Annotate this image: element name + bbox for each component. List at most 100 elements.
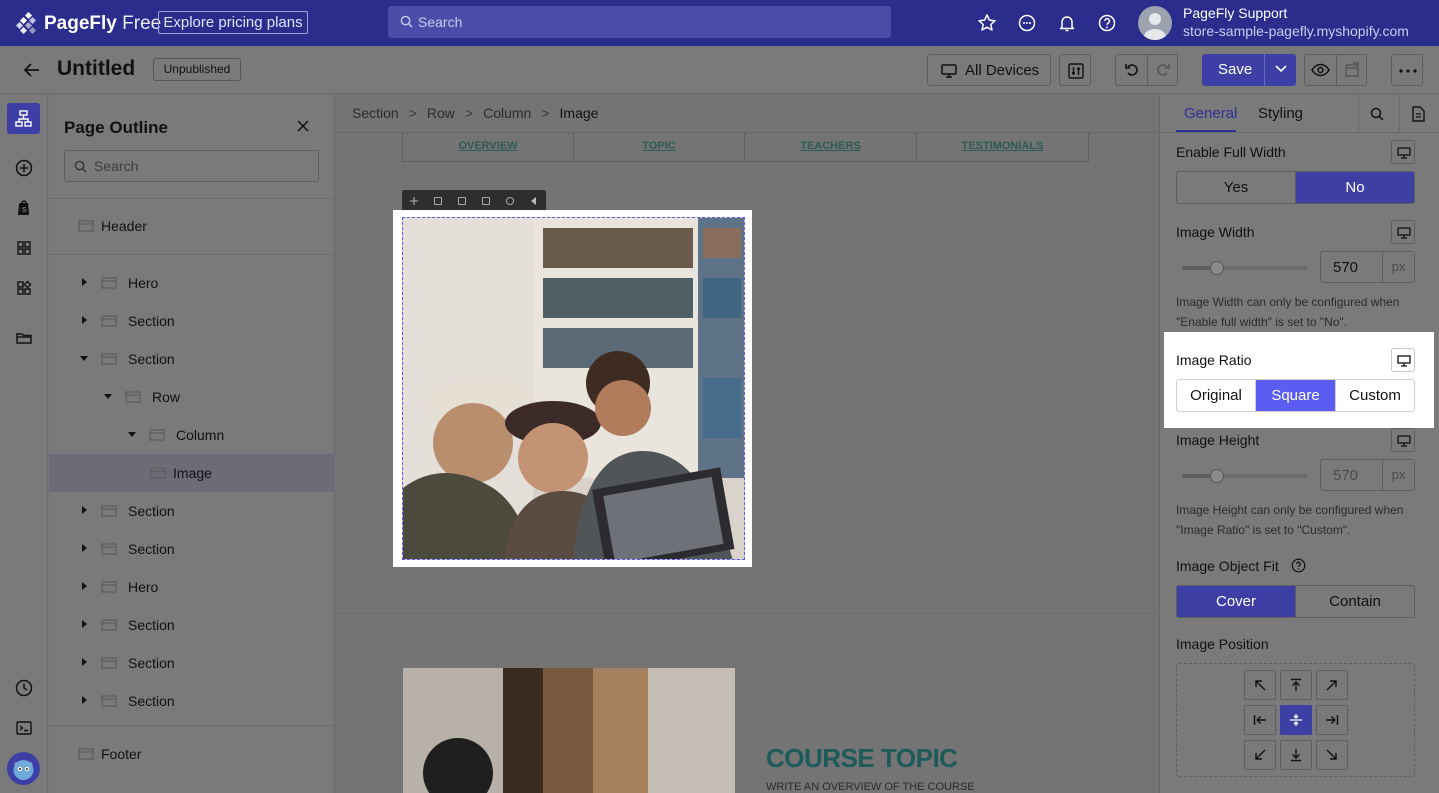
sliders-button[interactable] [1059, 54, 1091, 86]
course-image[interactable] [403, 668, 735, 793]
document-icon[interactable] [1412, 106, 1425, 122]
position-middle-left[interactable] [1244, 705, 1276, 735]
history-icon[interactable] [14, 678, 34, 698]
outline-item-section[interactable]: Section [49, 606, 335, 644]
full-width-device-button[interactable] [1391, 140, 1415, 164]
help-icon[interactable] [1097, 13, 1117, 33]
close-icon[interactable] [297, 120, 309, 132]
caret-down-icon[interactable] [128, 430, 136, 438]
search-icon[interactable] [1370, 107, 1384, 121]
position-top-right[interactable] [1316, 670, 1348, 700]
nav-link-teachers[interactable]: TEACHERS [745, 133, 917, 162]
duplicate-icon[interactable] [434, 197, 442, 205]
position-top-center[interactable] [1280, 670, 1312, 700]
ratio-original[interactable]: Original [1177, 380, 1256, 411]
object-fit-cover[interactable]: Cover [1177, 586, 1296, 617]
caret-down-icon[interactable] [104, 392, 112, 400]
add-element-icon[interactable] [14, 158, 34, 178]
full-width-no[interactable]: No [1296, 172, 1414, 203]
caret-right-icon[interactable] [80, 620, 88, 628]
caret-right-icon[interactable] [80, 582, 88, 590]
page-outline-tool[interactable] [7, 103, 40, 134]
slider-handle[interactable] [1210, 261, 1224, 275]
preview-button[interactable] [1305, 55, 1336, 85]
terminal-icon[interactable] [14, 718, 34, 738]
user-name[interactable]: PageFly Support [1183, 5, 1287, 21]
nav-link-testimonials[interactable]: TESTIMONIALS [917, 133, 1089, 162]
outline-item-section[interactable]: Section [49, 492, 335, 530]
outline-item-section[interactable]: Section [49, 644, 335, 682]
style-icon[interactable] [506, 197, 514, 205]
image-width-input[interactable]: 570 px [1320, 251, 1415, 283]
caret-down-icon[interactable] [80, 354, 88, 362]
outline-item-section[interactable]: Section [49, 340, 335, 378]
outline-search-input[interactable]: Search [64, 150, 319, 182]
chat-icon[interactable] [1017, 13, 1037, 33]
user-avatar[interactable] [1138, 6, 1172, 40]
chevron-down-icon[interactable] [1275, 65, 1287, 73]
brand-logo[interactable]: PageFly Free [44, 12, 161, 36]
outline-item-hero[interactable]: Hero [49, 568, 335, 606]
publish-button[interactable] [1337, 55, 1367, 85]
folder-icon[interactable] [14, 328, 34, 348]
caret-right-icon[interactable] [80, 506, 88, 514]
outline-item-hero[interactable]: Hero [49, 264, 335, 302]
all-devices-button[interactable]: All Devices [927, 54, 1051, 86]
shopify-icon[interactable]: S [14, 198, 34, 218]
grid-icon[interactable] [14, 238, 34, 258]
breadcrumb-section[interactable]: Section [352, 105, 399, 121]
save-button[interactable]: Save [1202, 54, 1296, 86]
outline-item-image[interactable]: Image [49, 454, 335, 492]
breadcrumb-column[interactable]: Column [483, 105, 531, 121]
object-fit-contain[interactable]: Contain [1296, 586, 1414, 617]
caret-right-icon[interactable] [80, 316, 88, 324]
star-icon[interactable] [977, 13, 997, 33]
image-height-device-button[interactable] [1391, 428, 1415, 452]
undo-button[interactable] [1116, 55, 1147, 85]
apps-icon[interactable] [14, 278, 34, 298]
image-width-slider[interactable] [1182, 261, 1307, 275]
collapse-icon[interactable] [530, 197, 538, 205]
move-icon[interactable] [410, 197, 418, 205]
breadcrumb-image[interactable]: Image [560, 105, 599, 121]
more-options-button[interactable] [1391, 54, 1423, 86]
back-arrow-icon[interactable] [22, 60, 42, 80]
tab-styling[interactable]: Styling [1258, 105, 1303, 122]
position-bottom-center[interactable] [1280, 740, 1312, 770]
outline-item-row[interactable]: Row [49, 378, 335, 416]
page-title[interactable]: Untitled [57, 57, 135, 81]
image-ratio-device-button[interactable] [1391, 348, 1415, 372]
position-middle-right[interactable] [1316, 705, 1348, 735]
position-top-left[interactable] [1244, 670, 1276, 700]
outline-item-column[interactable]: Column [49, 416, 335, 454]
full-width-yes[interactable]: Yes [1177, 172, 1296, 203]
outline-item-section[interactable]: Section [49, 530, 335, 568]
caret-right-icon[interactable] [80, 278, 88, 286]
nav-link-overview[interactable]: OVERVIEW [402, 133, 574, 162]
outline-item-section[interactable]: Section [49, 302, 335, 340]
global-search-input[interactable]: Search [388, 6, 891, 38]
ratio-square[interactable]: Square [1256, 380, 1336, 411]
ratio-custom[interactable]: Custom [1336, 380, 1414, 411]
user-store[interactable]: store-sample-pagefly.myshopify.com [1183, 23, 1409, 39]
redo-button[interactable] [1148, 55, 1178, 85]
bell-icon[interactable] [1057, 13, 1077, 33]
image-width-device-button[interactable] [1391, 220, 1415, 244]
outline-item-header[interactable]: Header [49, 207, 335, 245]
outline-item-footer[interactable]: Footer [49, 735, 335, 773]
position-bottom-right[interactable] [1316, 740, 1348, 770]
position-center[interactable] [1280, 705, 1312, 735]
caret-right-icon[interactable] [80, 696, 88, 704]
tab-general[interactable]: General [1184, 105, 1237, 122]
nav-link-topic[interactable]: TOPIC [574, 133, 745, 162]
caret-right-icon[interactable] [80, 544, 88, 552]
explore-pricing-button[interactable]: Explore pricing plans [158, 11, 308, 34]
course-subtitle[interactable]: WRITE AN OVERVIEW OF THE COURSE [766, 781, 975, 793]
breadcrumb-row[interactable]: Row [427, 105, 455, 121]
selected-image[interactable] [402, 217, 745, 560]
mascot-avatar[interactable] [7, 752, 40, 785]
outline-item-section[interactable]: Section [49, 682, 335, 720]
copy-icon[interactable] [482, 197, 490, 205]
help-icon[interactable] [1291, 558, 1306, 573]
course-title[interactable]: COURSE TOPIC [766, 743, 958, 774]
